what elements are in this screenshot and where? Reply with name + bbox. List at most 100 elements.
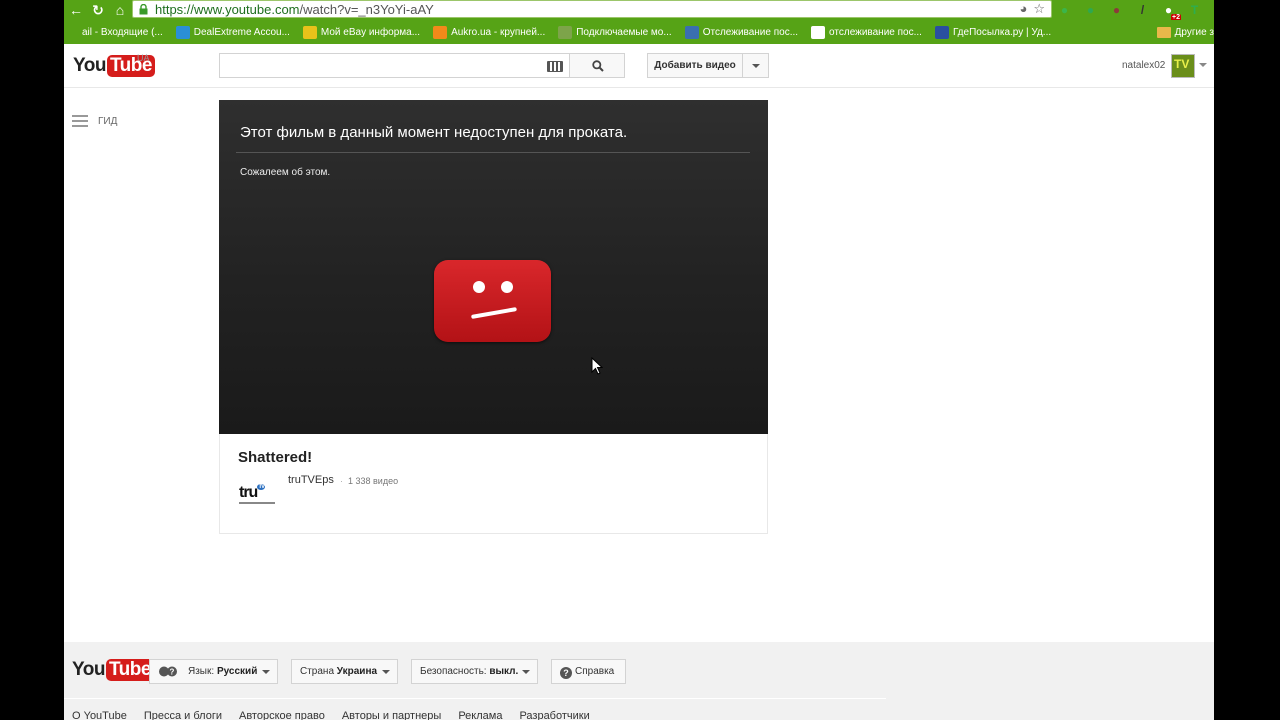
- language-button[interactable]: ? Язык: Русский: [149, 659, 278, 684]
- ip-icon[interactable]: IP: [1212, 2, 1214, 19]
- channel-name-link[interactable]: truTVEps: [288, 474, 334, 486]
- footer-link[interactable]: Разработчики: [519, 710, 589, 720]
- yt-footer: You Tube ? Язык: Русский Страна Украина Б…: [64, 642, 1214, 720]
- language-icon: ?: [159, 666, 177, 677]
- extension-icons: ●●●/●+2TIP●1: [1056, 1, 1214, 22]
- language-prefix: Язык:: [188, 666, 215, 677]
- footer-link[interactable]: Авторы и партнеры: [342, 710, 441, 720]
- eye-left: [473, 281, 485, 293]
- channel-logo-text: tru: [239, 484, 258, 501]
- channel-logo[interactable]: truTV: [239, 484, 275, 504]
- chevron-down-icon: [522, 670, 530, 674]
- country-button[interactable]: Страна Украина: [291, 659, 398, 684]
- footer-link[interactable]: Реклама: [458, 710, 502, 720]
- back-icon[interactable]: ←: [68, 2, 84, 18]
- bookmark-item[interactable]: DealExtreme Accou...: [175, 25, 290, 39]
- upload-dropdown-button[interactable]: [743, 53, 769, 78]
- cloud-icon[interactable]: ●: [1082, 2, 1099, 19]
- sad-tv-icon: [434, 260, 551, 342]
- country-prefix: Страна: [300, 666, 335, 677]
- region-tag: UA: [137, 53, 150, 63]
- bookmark-item[interactable]: ail - Входящие (...: [64, 25, 163, 39]
- chevron-down-icon: [752, 64, 760, 68]
- other-bookmarks[interactable]: Другие з: [1148, 20, 1214, 44]
- folder-icon: [1156, 26, 1171, 38]
- bookmark-label: DealExtreme Accou...: [193, 26, 290, 38]
- lock-icon: [139, 4, 148, 15]
- search-icon: [592, 60, 604, 72]
- chat-icon[interactable]: ● +2: [1160, 2, 1181, 22]
- channel-separator: ·: [340, 476, 343, 486]
- upload-button[interactable]: Добавить видео: [647, 53, 743, 78]
- footer-divider: [64, 698, 886, 699]
- avatar-text: TV: [1174, 57, 1190, 71]
- menu-icon: [72, 115, 88, 128]
- bookmark-item[interactable]: ГдеПосылка.ру | Уд...: [934, 25, 1051, 39]
- star-icon[interactable]: ☆: [1033, 1, 1045, 17]
- error-title: Этот фильм в данный момент недоступен дл…: [240, 124, 628, 141]
- yt-masthead: You Tube UA Добавить видео natalex02 TV: [64, 44, 1214, 88]
- safety-prefix: Безопасность:: [420, 666, 487, 677]
- bookmark-label: ail - Входящие (...: [82, 26, 163, 38]
- guide-toggle[interactable]: ГИД: [72, 115, 117, 128]
- help-button[interactable]: ? Справка: [551, 659, 626, 684]
- bookmark-favicon-icon: [811, 25, 826, 39]
- language-value: Русский: [216, 666, 258, 677]
- logo-you: You: [73, 55, 106, 76]
- avatar[interactable]: TV: [1171, 54, 1195, 78]
- account-chevron-icon[interactable]: [1199, 63, 1207, 67]
- url-text: https://www.youtube.com/watch?v=_n3YoYi-…: [155, 2, 434, 17]
- search-input[interactable]: [219, 53, 569, 78]
- reload-icon[interactable]: ↻: [90, 2, 106, 18]
- bookmark-favicon-icon: [433, 25, 448, 39]
- svg-text:?: ?: [170, 668, 175, 677]
- lightbulb-icon[interactable]: ◕: [1019, 1, 1027, 17]
- bookmark-item[interactable]: отслеживание пос...: [811, 25, 922, 39]
- search-button[interactable]: [569, 53, 625, 78]
- bookmark-favicon-icon: [175, 25, 190, 39]
- address-bar[interactable]: https://www.youtube.com/watch?v=_n3YoYi-…: [132, 0, 1052, 18]
- error-subtitle: Сожалеем об этом.: [240, 167, 331, 178]
- bookmark-label: Мой eBay информа...: [320, 26, 421, 38]
- nav-buttons: ← ↻ ⌂: [68, 1, 128, 19]
- guide-label: ГИД: [98, 116, 118, 127]
- footer-logo-tube: Tube: [105, 659, 154, 681]
- chevron-down-icon: [382, 670, 390, 674]
- video-info: Shattered! truTV truTVEps · 1 338 видео: [219, 434, 768, 534]
- video-title: Shattered!: [238, 449, 313, 466]
- video-player[interactable]: Этот фильм в данный момент недоступен дл…: [219, 100, 768, 434]
- text-icon[interactable]: T: [1186, 2, 1203, 19]
- username[interactable]: natalex02: [1122, 60, 1165, 71]
- bookmarks-bar: ail - Входящие (... DealExtreme Accou... М…: [64, 20, 1214, 44]
- footer-link[interactable]: О YouTube: [72, 710, 127, 720]
- bookmark-item[interactable]: Мой eBay информа...: [302, 25, 421, 39]
- browser-window: ← ↻ ⌂ https://www.youtube.com/watch?v=_n…: [64, 0, 1214, 720]
- error-divider: [236, 152, 750, 153]
- safety-value: выкл.: [489, 666, 519, 677]
- browser-toolbar: ← ↻ ⌂ https://www.youtube.com/watch?v=_n…: [64, 0, 1214, 22]
- person-icon[interactable]: ●: [1108, 2, 1125, 19]
- bookmark-label: Подключаемые мо...: [576, 26, 672, 38]
- footer-link[interactable]: Пресса и блоги: [144, 710, 222, 720]
- bookmark-label: Aukro.ua - крупней...: [451, 26, 546, 38]
- footer-youtube-logo[interactable]: You Tube: [72, 659, 154, 681]
- bookmark-item[interactable]: Подключаемые мо...: [558, 25, 672, 39]
- mouth: [471, 307, 517, 319]
- bookmark-favicon-icon: [64, 25, 78, 39]
- home-icon[interactable]: ⌂: [112, 2, 128, 18]
- footer-link[interactable]: Авторское право: [239, 710, 325, 720]
- video-count: 1 338 видео: [348, 476, 399, 486]
- bookmark-item[interactable]: Отслеживание пос...: [684, 25, 798, 39]
- extension-glyph: ●: [1086, 2, 1095, 17]
- globe-icon[interactable]: ●: [1056, 2, 1073, 19]
- extension-glyph: ●: [1112, 2, 1121, 17]
- url-path: /watch?v=_n3YoYi-aAY: [299, 2, 434, 17]
- eye-right: [501, 281, 513, 293]
- help-icon: ?: [560, 667, 572, 679]
- pen-icon[interactable]: /: [1134, 2, 1151, 19]
- bookmark-favicon-icon: [302, 25, 317, 39]
- safety-button[interactable]: Безопасность: выкл.: [411, 659, 538, 684]
- keyboard-icon[interactable]: [547, 61, 563, 72]
- omnibox-actions: ◕ ☆: [1019, 1, 1045, 17]
- bookmark-item[interactable]: Aukro.ua - крупней...: [433, 25, 546, 39]
